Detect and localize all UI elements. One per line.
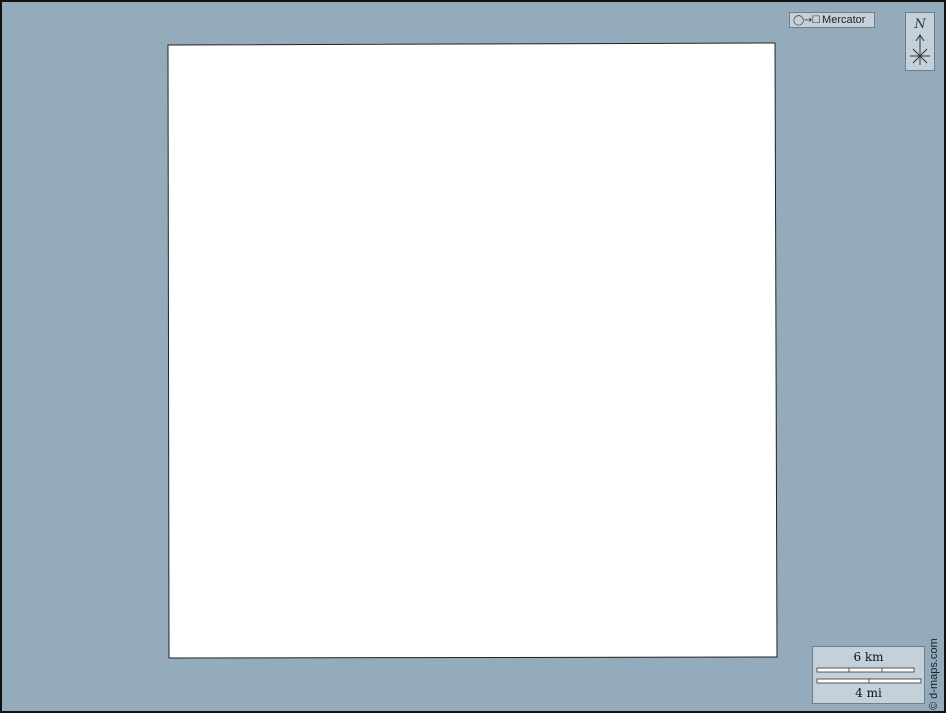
land-area bbox=[167, 42, 778, 659]
scale-km-bar bbox=[816, 667, 915, 673]
compass: N bbox=[905, 12, 935, 71]
credit-text: © d-maps.com bbox=[928, 638, 940, 710]
north-label: N bbox=[914, 17, 926, 32]
scale-mi-label: 4 mi bbox=[855, 686, 882, 700]
projection-label: ◯→☐ Mercator bbox=[789, 12, 875, 28]
map-frame: ◯→☐ Mercator N 6 km 4 mi © d-maps.com bbox=[0, 0, 946, 713]
scale-bar: 6 km 4 mi bbox=[812, 646, 925, 704]
projection-icon: ◯→☐ bbox=[793, 14, 821, 26]
map-canvas bbox=[167, 42, 778, 659]
projection-name: Mercator bbox=[822, 14, 866, 26]
